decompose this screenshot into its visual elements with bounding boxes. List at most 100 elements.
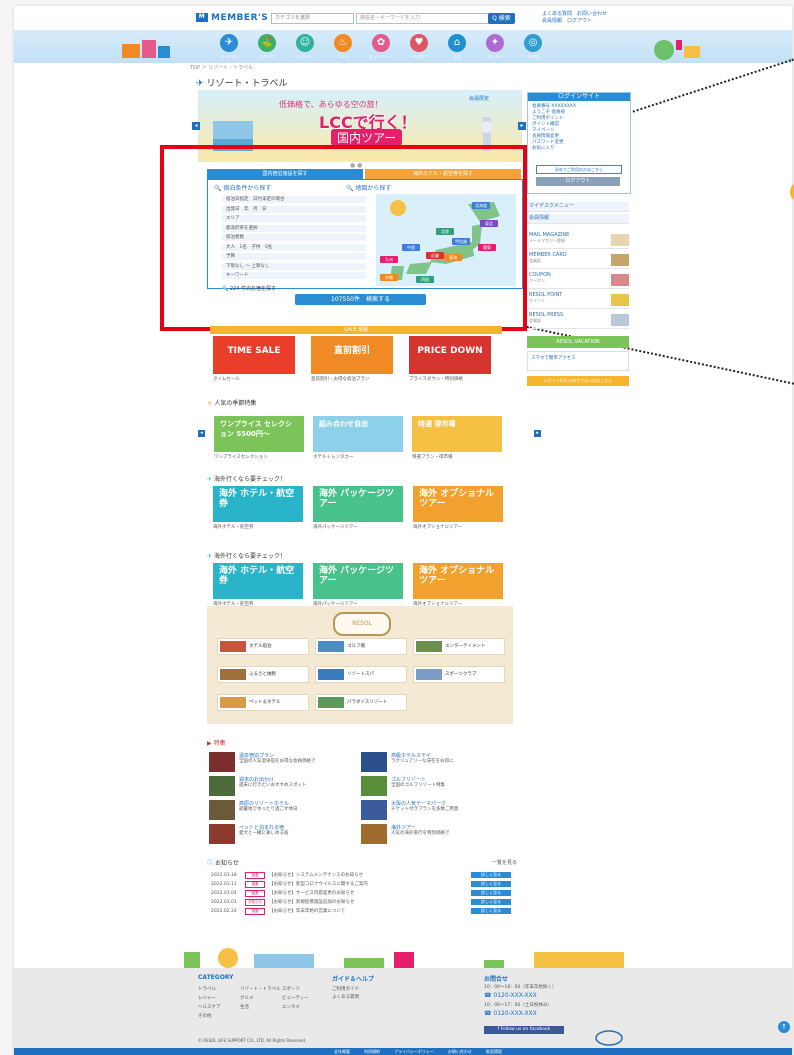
news-more-button[interactable]: 詳しく見る (471, 908, 511, 914)
resol-card-5[interactable]: スポーツクラブ (413, 666, 505, 683)
category-1-icon[interactable]: ⛳ (258, 34, 276, 52)
apply-banner[interactable]: ログインIDをお持ちでない方はこちら (527, 376, 629, 386)
facebook-button[interactable]: f Follow us on facebook (484, 1026, 564, 1034)
contact-link[interactable]: お問い合わせ (577, 11, 607, 17)
footer-bottom-link[interactable]: 推奨環境 (486, 1049, 502, 1054)
news-more-button[interactable]: 詳しく見る (471, 881, 511, 887)
sidebar-menu-mydesk[interactable]: マイデスクメニュー (527, 202, 629, 212)
overseas1-caption-1[interactable]: 海外パッケージツアー (313, 524, 358, 530)
vacation-banner[interactable]: RESOL VACATION (527, 336, 629, 348)
category-select[interactable]: カテゴリを選択 (271, 13, 354, 24)
special-caption-0[interactable]: ワンプライスセレクション (214, 454, 268, 460)
feature-item[interactable]: 高級ホテルステイ ラグジュアリーな滞在をお得に (361, 752, 509, 772)
resol-card-6[interactable]: ペット＆ホテル (217, 694, 309, 711)
news-more-button[interactable]: 詳しく見る (471, 872, 511, 878)
category-6-label[interactable]: 生活 (444, 54, 470, 60)
category-5-label[interactable]: ヘルスケア (406, 54, 432, 60)
sale-banner-2[interactable]: PRICE DOWN (409, 336, 491, 374)
scroll-top-button[interactable]: ↑ (778, 1021, 790, 1033)
sidebar-item-3[interactable]: RESOL POINT ポイント (527, 292, 629, 309)
overseas1-caption-0[interactable]: 海外ホテル・航空券 (213, 524, 254, 530)
feature-item[interactable]: ペットと泊まれる宿 愛犬と一緒に楽しめる宿 (209, 824, 357, 844)
member-info-link[interactable]: 会員情報 (542, 18, 562, 24)
overseas1-caption-2[interactable]: 海外オプショナルツアー (413, 524, 462, 530)
sidebar-item-1[interactable]: MEMBER CARD 会員証 (527, 252, 629, 269)
special-next-arrow[interactable]: ▸ (534, 430, 541, 437)
category-3-label[interactable]: グルメ (330, 54, 356, 60)
news-row[interactable]: 2022.03.01 お知らせ 【お知らせ】新規提携施設追加のお知らせ 詳しく見る (211, 899, 511, 906)
sale-banner-1[interactable]: 直前割引 (311, 336, 393, 374)
category-7-icon[interactable]: ✦ (486, 34, 504, 52)
banner-next-arrow[interactable]: ▸ (518, 122, 526, 130)
overseas2-card-1[interactable]: 海外 パッケージツアー (313, 563, 403, 599)
category-8-icon[interactable]: ◎ (524, 34, 542, 52)
category-0-icon[interactable]: ✈ (220, 34, 238, 52)
footer-category-link[interactable]: リゾート・トラベル (240, 986, 281, 992)
resol-card-0[interactable]: ホテル宿泊 (217, 638, 309, 655)
footer-category-link[interactable]: ヘルスケア (198, 1004, 221, 1010)
news-row[interactable]: 2022.03.11 重要 【お知らせ】新型コロナウイルスに関するご案内 詳しく見る (211, 881, 511, 888)
logout-link[interactable]: ログアウト (567, 18, 592, 24)
footer-bottom-link[interactable]: 会社概要 (334, 1049, 350, 1054)
footer-category-link[interactable]: ビューティー (282, 995, 309, 1001)
sale-caption-1[interactable]: 直前割引・お得な宿泊プラン (311, 376, 370, 382)
feature-item[interactable]: 海外ツアー 人気の海外旅行を特別価格で (361, 824, 509, 844)
footer-bottom-link[interactable]: 利用規約 (364, 1049, 380, 1054)
news-row[interactable]: 2022.03.18 重要 【お知らせ】システムメンテナンスのお知らせ 詳しく見る (211, 872, 511, 879)
sale-banner-0[interactable]: TIME SALE (213, 336, 295, 374)
resol-card-1[interactable]: ゴルフ場 (315, 638, 407, 655)
special-card-1[interactable]: 組み合わせ自由 (313, 416, 403, 452)
news-row[interactable]: 2022.03.04 重要 【お知らせ】サービス内容変更のお知らせ 詳しく見る (211, 890, 511, 897)
feature-item[interactable]: 週末のお出かけ 週末に行きたいおすすめスポット (209, 776, 357, 796)
overseas2-card-0[interactable]: 海外 ホテル・航空券 (213, 563, 303, 599)
category-4-icon[interactable]: ✿ (372, 34, 390, 52)
special-caption-1[interactable]: ホテル＋レンタカー (313, 454, 354, 460)
category-0-label[interactable]: トラベル (216, 54, 242, 60)
special-card-0[interactable]: ワンプライス セレクション 5500円〜 (214, 416, 304, 452)
news-row[interactable]: 2022.02.24 重要 【お知らせ】年末年始の営業について 詳しく見る (211, 908, 511, 915)
overseas1-card-1[interactable]: 海外 パッケージツアー (313, 486, 403, 522)
category-7-label[interactable]: エンタメ (482, 54, 508, 60)
banner-prev-arrow[interactable]: ◂ (192, 122, 200, 130)
news-more-link[interactable]: 一覧を見る (492, 859, 517, 866)
footer-faq-link[interactable]: よくある質問 (332, 994, 359, 1000)
resol-card-4[interactable]: リゾートスパ (315, 666, 407, 683)
sale-caption-2[interactable]: プライスダウン・特別価格 (409, 376, 463, 382)
category-4-label[interactable]: ビューティー (368, 54, 394, 60)
resol-card-3[interactable]: ふるさと納税 (217, 666, 309, 683)
category-2-label[interactable]: レジャー (292, 54, 318, 60)
footer-bottom-link[interactable]: プライバシーポリシー (394, 1049, 434, 1054)
overseas1-card-2[interactable]: 海外 オプショナルツアー (413, 486, 503, 522)
login-line[interactable]: お気に入り (532, 146, 626, 152)
footer-category-link[interactable]: その他 (198, 1013, 212, 1019)
category-6-icon[interactable]: ⌂ (448, 34, 466, 52)
news-more-button[interactable]: 詳しく見る (471, 890, 511, 896)
sidebar-item-4[interactable]: RESOL PRESS 会報誌 (527, 312, 629, 329)
footer-category-link[interactable]: スポーツ (282, 986, 300, 992)
footer-guide-link[interactable]: ご利用ガイド (332, 986, 359, 992)
search-button[interactable]: Q 検索 (488, 13, 515, 24)
sidebar-item-0[interactable]: MAIL MAGAZINE メールマガジン登録 (527, 232, 629, 249)
overseas2-card-2[interactable]: 海外 オプショナルツアー (413, 563, 503, 599)
special-prev-arrow[interactable]: ◂ (198, 430, 205, 437)
special-card-2[interactable]: 特選 得市場 (412, 416, 502, 452)
special-caption-2[interactable]: 特選プラン・得市場 (412, 454, 453, 460)
footer-category-link[interactable]: エンタメ (282, 1004, 300, 1010)
search-input[interactable]: 施設名・キーワードを入力 (356, 13, 489, 24)
sale-caption-0[interactable]: タイムセール (213, 376, 240, 382)
overseas1-card-0[interactable]: 海外 ホテル・航空券 (213, 486, 303, 522)
faq-link[interactable]: よくある質問 (542, 11, 572, 17)
footer-category-link[interactable]: レジャー (198, 995, 216, 1001)
footer-bottom-link[interactable]: お問い合わせ (448, 1049, 472, 1054)
resol-card-2[interactable]: エンターテイメント (413, 638, 505, 655)
first-time-button[interactable]: 初めてご利用の方はこちら (536, 165, 622, 174)
feature-item[interactable]: 温泉宿泊プラン 全国の人気温泉宿をお得な会員価格で (209, 752, 357, 772)
resol-card-7[interactable]: パラダイスリゾート (315, 694, 407, 711)
footer-category-link[interactable]: グルメ (240, 995, 254, 1001)
footer-category-link[interactable]: 生活 (240, 1004, 249, 1010)
feature-item[interactable]: ゴルフリゾート 全国のゴルフリゾート特集 (361, 776, 509, 796)
logout-button[interactable]: ログアウト (536, 177, 620, 186)
category-8-label[interactable]: その他 (520, 54, 546, 60)
side-tab[interactable]: ▲ (790, 182, 794, 202)
category-3-icon[interactable]: ♨ (334, 34, 352, 52)
